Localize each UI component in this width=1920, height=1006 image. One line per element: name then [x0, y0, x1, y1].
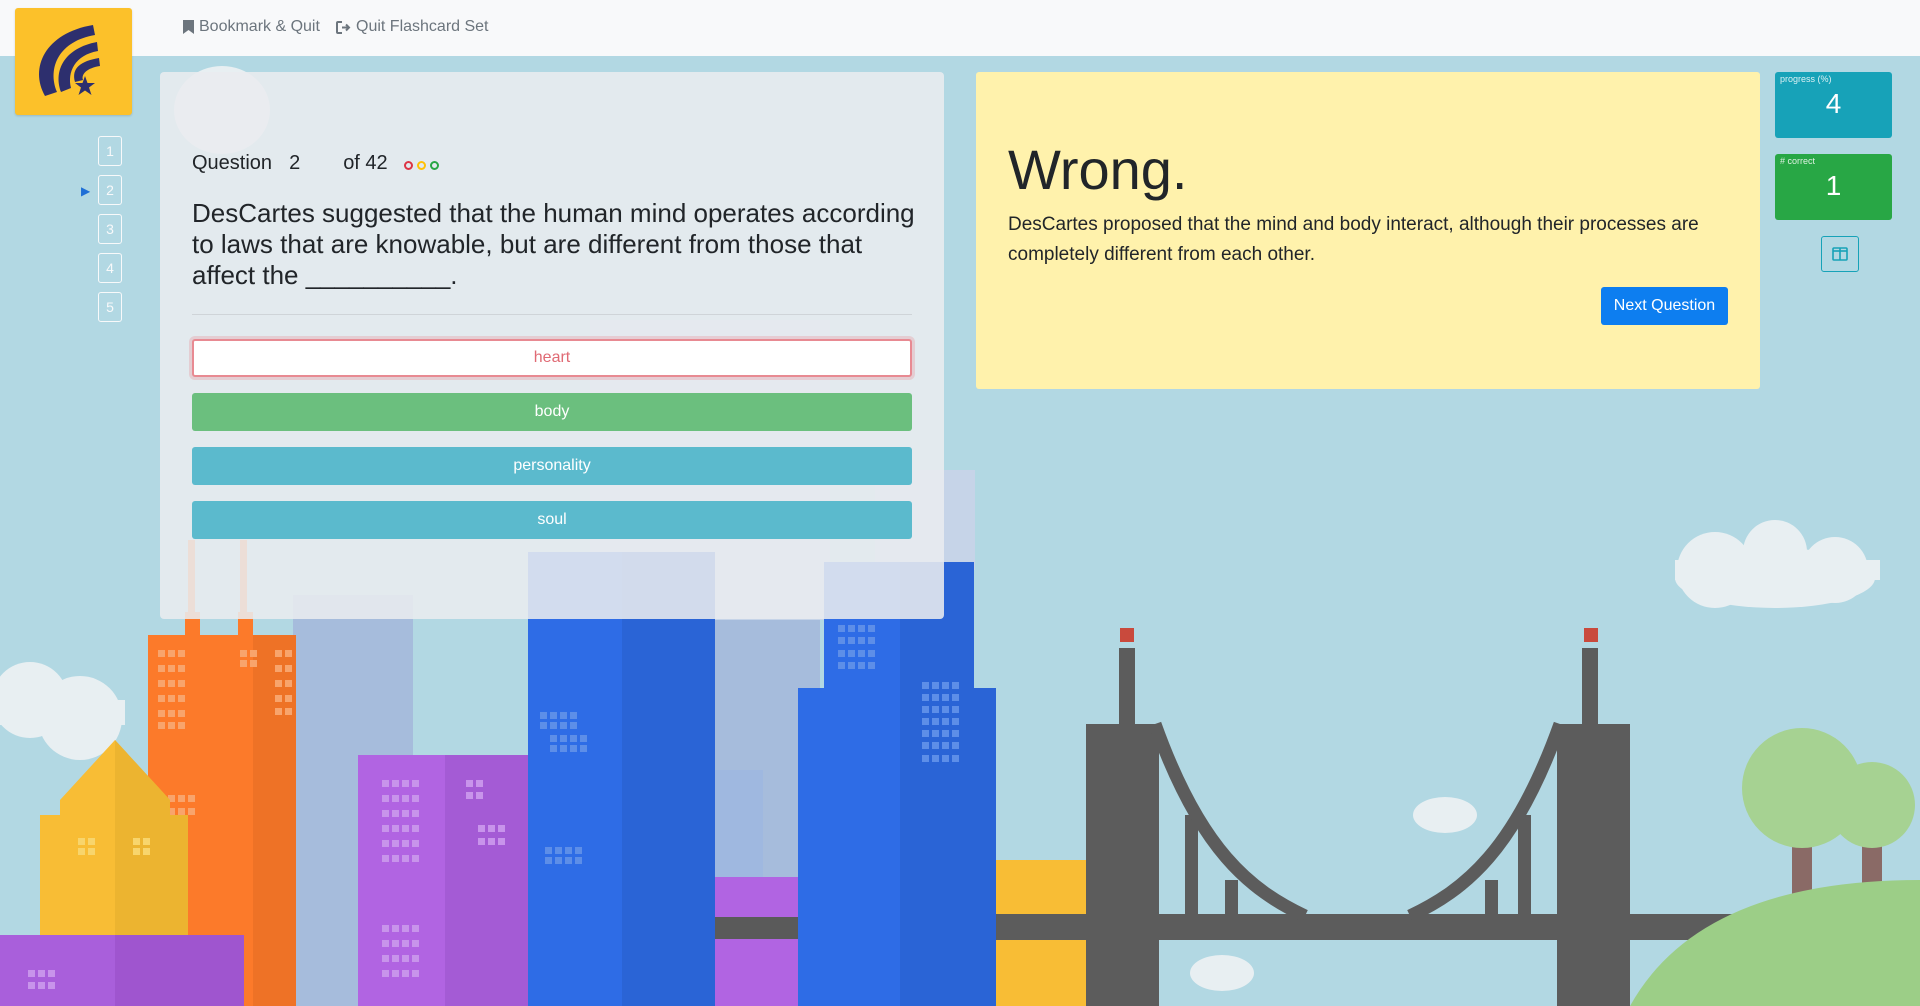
bookmark-icon — [183, 20, 194, 34]
bookmark-quit-link[interactable]: Bookmark & Quit — [183, 18, 320, 36]
progress-value: 4 — [1825, 88, 1842, 119]
feedback-explanation: DesCartes proposed that the mind and bod… — [1008, 214, 1699, 265]
correct-label: # correct — [1780, 156, 1816, 166]
question-nav-item-2[interactable]: 2 — [98, 175, 122, 205]
correct-stat-box: # correct 1 — [1775, 154, 1892, 220]
progress-label: progress (%) — [1780, 74, 1832, 84]
question-header: Question 2 of 42 — [192, 152, 439, 175]
question-total: of 42 — [343, 152, 388, 174]
answer-option-body[interactable]: body — [192, 393, 912, 431]
red-dot-icon — [403, 160, 413, 170]
question-number: 2 — [289, 152, 301, 174]
feedback-title: Wrong. — [1008, 138, 1188, 201]
top-navbar: Bookmark & Quit Quit Flashcard Set — [0, 0, 1920, 56]
bookmark-quit-label: Bookmark & Quit — [199, 18, 320, 35]
progress-stat-box: progress (%) 4 — [1775, 72, 1892, 138]
yellow-dot-icon — [416, 160, 426, 170]
toggle-layout-button[interactable] — [1821, 236, 1859, 272]
difficulty-indicator — [403, 160, 439, 170]
logo-mark-icon — [39, 25, 100, 96]
answer-option-heart[interactable]: heart — [192, 339, 912, 377]
question-nav-item-4[interactable]: 4 — [98, 253, 122, 283]
app-logo[interactable] — [15, 8, 132, 115]
current-question-arrow-icon: ▶ — [81, 184, 91, 198]
green-dot-icon — [429, 160, 439, 170]
question-nav-item-1[interactable]: 1 — [98, 136, 122, 166]
question-text: DesCartes suggested that the human mind … — [192, 198, 915, 290]
question-nav-item-3[interactable]: 3 — [98, 214, 122, 244]
correct-value: 1 — [1825, 170, 1842, 201]
quit-flashcard-set-link[interactable]: Quit Flashcard Set — [336, 18, 489, 36]
question-nav-item-5[interactable]: 5 — [98, 292, 122, 322]
columns-icon — [1832, 247, 1848, 261]
divider — [192, 314, 912, 315]
answer-option-soul[interactable]: soul — [192, 501, 912, 539]
answer-option-personality[interactable]: personality — [192, 447, 912, 485]
next-question-button[interactable]: Next Question — [1601, 287, 1728, 325]
question-label: Question — [192, 152, 273, 174]
sign-out-icon — [336, 20, 351, 34]
question-card: Question 2 of 42 DesCartes suggested tha… — [160, 72, 944, 619]
quit-flashcard-set-label: Quit Flashcard Set — [356, 18, 489, 35]
feedback-card: Wrong. DesCartes proposed that the mind … — [976, 72, 1760, 389]
